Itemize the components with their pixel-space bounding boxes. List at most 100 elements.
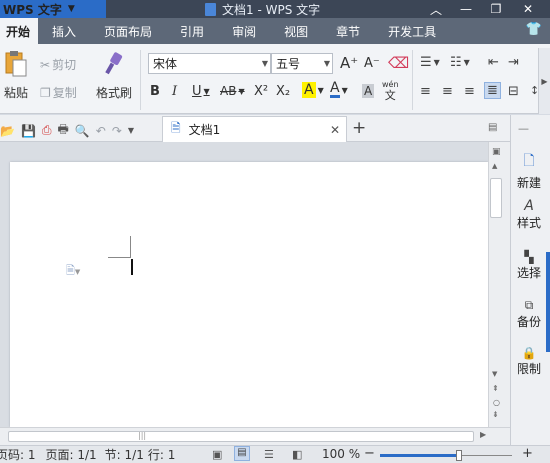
copy-button[interactable]: ❐ 复制 (40, 84, 77, 101)
close-button[interactable]: ✕ (516, 0, 540, 18)
panel-select-label: 选择 (516, 266, 541, 280)
superscript-icon: X² (254, 84, 269, 99)
grow-font-button[interactable]: A⁺ (340, 54, 358, 72)
scroll-up-icon[interactable]: ▲ (492, 162, 497, 170)
ribbon-scroll-right[interactable]: ▶ (538, 48, 550, 114)
undo-icon[interactable]: ↶ (96, 124, 106, 138)
panel-new-label: 新建 (516, 176, 541, 190)
zoom-slider-thumb[interactable] (456, 450, 463, 461)
print-icon[interactable]: 🖶 (58, 120, 69, 141)
char-shading-icon: A (362, 84, 375, 98)
char-shading-button[interactable]: A (362, 84, 375, 98)
tab-review[interactable]: 审阅 (218, 18, 270, 44)
panel-select-button[interactable]: ▚ 选择 (510, 250, 548, 281)
open-folder-icon[interactable]: 📂 (0, 124, 15, 138)
paste-options-icon[interactable]: 🗎▼ (66, 262, 80, 281)
panel-expand-handle[interactable] (546, 252, 550, 352)
tab-list-button[interactable]: ▤ (488, 122, 497, 133)
scroll-grip-icon: ||| (138, 431, 147, 440)
zoom-in-button[interactable]: + (522, 446, 533, 461)
tab-chapter[interactable]: 章节 (322, 18, 374, 44)
chevron-right-icon: ▶ (541, 76, 548, 86)
skin-icon[interactable]: 👕 (526, 22, 542, 37)
underline-button[interactable]: U ▼ (192, 84, 210, 99)
font-name-select[interactable]: 宋体 ▼ (148, 53, 271, 74)
save-icon[interactable]: 💾 (21, 124, 36, 138)
split-view-icon[interactable]: ▣ (492, 147, 501, 157)
tab-references[interactable]: 引用 (166, 18, 218, 44)
panel-restrict-button[interactable]: 🔒 限制 (510, 346, 548, 377)
scroll-down-icon[interactable]: ▼ (492, 370, 497, 378)
font-color-button[interactable]: A ▼ (330, 81, 348, 98)
font-size-select[interactable]: 五号 ▼ (271, 53, 333, 74)
superscript-button[interactable]: X² (254, 84, 268, 99)
align-left-button[interactable]: ≡ (420, 84, 431, 99)
app-menu-button[interactable]: WPS 文字 ▼ (0, 0, 106, 18)
format-painter-button[interactable]: 格式刷 (96, 52, 132, 101)
bullet-list-button[interactable]: ☰ ▼ (420, 55, 440, 70)
scissors-icon: ✂ (40, 57, 51, 72)
tab-developer[interactable]: 开发工具 (374, 18, 450, 44)
window-title-text: 文档1 - WPS 文字 (222, 2, 321, 17)
strikethrough-button[interactable]: AB ▼ (220, 84, 245, 98)
chevron-down-icon: ▼ (67, 4, 75, 14)
window-title: 文档1 - WPS 文字 (205, 0, 320, 18)
align-right-button[interactable]: ≡ (464, 84, 475, 99)
panel-collapse-icon[interactable]: — (518, 122, 529, 135)
tab-insert[interactable]: 插入 (38, 18, 90, 44)
tab-page-layout[interactable]: 页面布局 (90, 18, 166, 44)
export-pdf-icon[interactable]: ⎙ (42, 123, 52, 138)
phonetic-icon: wén (382, 80, 399, 89)
zoom-out-button[interactable]: − (364, 446, 375, 461)
subscript-button[interactable]: X₂ (276, 84, 290, 99)
lock-document-icon: 🔒 (521, 346, 537, 360)
panel-backup-button[interactable]: ⧉ 备份 (510, 298, 548, 330)
minimize-button[interactable]: — (454, 0, 478, 18)
shrink-font-button[interactable]: A⁻ (364, 56, 380, 71)
scroll-right-icon[interactable]: ▶ (480, 430, 486, 439)
tab-list-icon: ▤ (488, 122, 498, 133)
increase-indent-button[interactable]: ⇥ (508, 55, 519, 70)
collapse-ribbon-button[interactable]: ︿ (424, 0, 448, 18)
phonetic-guide-button[interactable]: wén 文 (382, 80, 399, 101)
panel-styles-button[interactable]: A 样式 (510, 198, 548, 231)
numbered-list-button[interactable]: ☷ ▼ (450, 55, 470, 70)
view-outline-icon[interactable]: ☰ (264, 448, 274, 461)
horizontal-scroll-thumb[interactable] (8, 431, 474, 442)
previous-page-icon[interactable]: ⇞ (492, 384, 499, 393)
tab-home[interactable]: 开始 (0, 18, 39, 44)
redo-icon[interactable]: ↷ (112, 124, 122, 138)
status-section: 节: 1/1 (104, 448, 144, 462)
new-tab-button[interactable]: + (352, 118, 366, 138)
align-center-button[interactable]: ≡ (442, 84, 453, 99)
document-page[interactable] (10, 162, 488, 427)
view-web-icon[interactable]: ◧ (292, 448, 302, 461)
vertical-scroll-thumb[interactable] (490, 178, 502, 218)
status-bar: 页码: 1 页面: 1/1 节: 1/1 行: 1 (0, 445, 550, 463)
print-preview-icon[interactable]: 🔍 (75, 124, 90, 138)
distribute-button[interactable]: ⊟ (508, 84, 519, 99)
paste-button[interactable]: 粘贴 (4, 50, 28, 101)
close-tab-icon[interactable]: ✕ (330, 123, 340, 137)
decrease-indent-button[interactable]: ⇤ (488, 55, 499, 70)
highlight-button[interactable]: A ▼ (302, 82, 324, 98)
chevron-down-icon: ▼ (317, 85, 324, 95)
bold-button[interactable]: B (150, 84, 160, 99)
justify-button[interactable]: ≣ (484, 82, 501, 99)
cut-button[interactable]: ✂ 剪切 (40, 56, 76, 73)
clear-format-button[interactable]: ⌫ (388, 54, 409, 72)
browse-object-icon[interactable]: ○ (493, 398, 500, 407)
distribute-icon: ⊟ (508, 84, 519, 99)
zoom-level[interactable]: 100 % (322, 447, 360, 461)
tab-view[interactable]: 视图 (270, 18, 322, 44)
view-fullscreen-icon[interactable]: ▣ (212, 448, 222, 461)
document-tab[interactable]: 🗎 文档1 ✕ (162, 116, 347, 142)
chevron-down-icon[interactable]: ▼ (128, 126, 134, 135)
panel-new-button[interactable]: 🗋 新建 (510, 150, 548, 191)
maximize-icon: ❐ (490, 2, 502, 16)
view-page-icon[interactable]: ▤ (234, 446, 250, 461)
maximize-button[interactable]: ❐ (484, 0, 508, 18)
chevron-down-icon: ▼ (203, 87, 210, 96)
italic-button[interactable]: I (172, 84, 177, 99)
next-page-icon[interactable]: ⇟ (492, 410, 499, 419)
